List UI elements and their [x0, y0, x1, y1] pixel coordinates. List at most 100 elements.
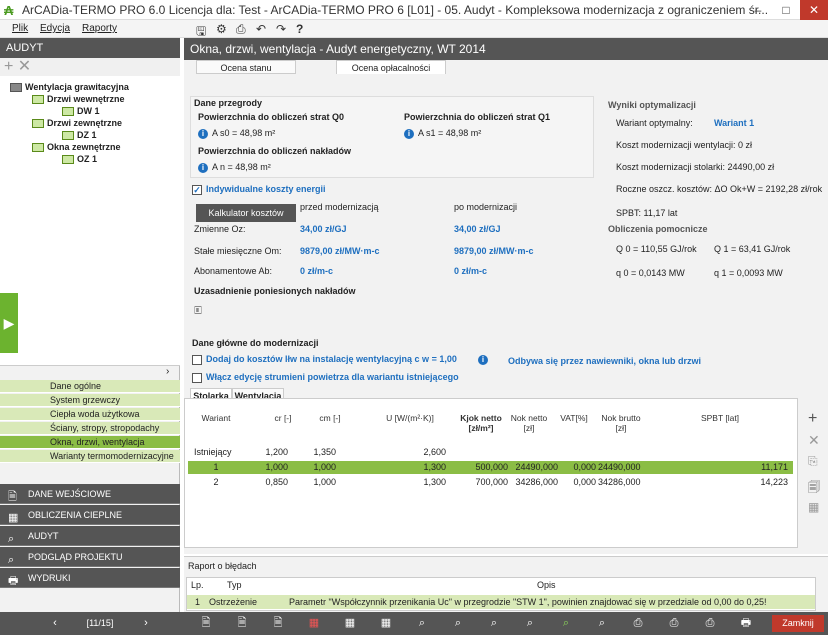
koszt-wentylacji: Koszt modernizacji wentylacji: 0 zł: [616, 140, 753, 150]
nav-cieplej-wody[interactable]: Ciepła woda użytkowa: [0, 408, 180, 421]
door-icon: [32, 119, 44, 129]
section-dane-wejsciowe[interactable]: 🗎 DANE WEJŚCIOWE: [0, 484, 180, 504]
info-icon[interactable]: i: [198, 129, 208, 139]
zmienne-przed[interactable]: 34,00 zł/GJ: [300, 224, 347, 234]
nav-warianty[interactable]: Warianty termomodernizacyjne: [0, 450, 180, 463]
calc-icon[interactable]: ▦: [304, 615, 324, 632]
q0-label: Powierzchnia do obliczeń strat Q0: [198, 112, 345, 122]
section-podglad[interactable]: ⌕ PODGLĄD PROJEKTU: [0, 547, 180, 567]
table-row[interactable]: Istniejący 1,200 1,350 2,600: [188, 446, 793, 459]
section-obliczenia[interactable]: ▦ OBLICZENIA CIEPLNE: [0, 505, 180, 525]
kalkulator-button[interactable]: Kalkulator kosztów: [196, 204, 296, 222]
menu-edycja[interactable]: Edycja: [40, 23, 70, 34]
printer-icon[interactable]: 🖶: [736, 615, 756, 632]
table-row[interactable]: 2 0,850 1,000 1,300 700,000 34286,000 0,…: [188, 476, 793, 489]
minimize-button[interactable]: –: [744, 0, 772, 20]
tree-node-oz1[interactable]: OZ 1: [62, 154, 97, 165]
doc-icon[interactable]: 🗎: [196, 615, 216, 632]
col-cm: cm [-]: [319, 413, 341, 423]
menu-plik[interactable]: Plik: [12, 23, 28, 34]
section-wydruki[interactable]: 🖶 WYDRUKI: [0, 568, 180, 588]
tree-node-dw1[interactable]: DW 1: [62, 106, 100, 117]
remove-icon[interactable]: ✕: [18, 58, 31, 75]
preview-icon[interactable]: ⎙: [700, 615, 720, 632]
doc-icon[interactable]: 🗎: [268, 615, 288, 632]
nav-system-grzewczy[interactable]: System grzewczy: [0, 394, 180, 407]
next-page-button[interactable]: ›: [136, 615, 156, 632]
table-row[interactable]: 1 1,000 1,000 1,300 500,000 24490,000 0,…: [188, 461, 793, 474]
tree-node-okna-zew[interactable]: Okna zewnętrzne: [32, 142, 121, 153]
nav-okna-drzwi[interactable]: Okna, drzwi, wentylacja: [0, 436, 180, 449]
raport-table: Lp. Typ Opis 1 Ostrzeżenie Parametr "Wsp…: [186, 577, 816, 611]
preview-icon[interactable]: ⎙: [664, 615, 684, 632]
calc-icon: ▦: [8, 512, 19, 524]
q1-gj: Q 1 = 63,41 GJ/rok: [714, 244, 791, 254]
stale-label: Stałe miesięczne Om:: [194, 246, 282, 256]
audit-icon[interactable]: ⌕: [412, 615, 432, 632]
table-row[interactable]: 1 Ostrzeżenie Parametr "Współczynnik prz…: [187, 595, 815, 609]
dodaj-checkbox[interactable]: Dodaj do kosztów lłw na instalację wenty…: [192, 354, 457, 365]
calc-icon[interactable]: ▦: [340, 615, 360, 632]
bottom-bar: ‹ [11/15] › 🗎 🗎 🗎 ▦ ▦ ▦ ⌕ ⌕ ⌕ ⌕ ⌕ ⌕ ⎙ ⎙ …: [0, 612, 828, 635]
doc-icon[interactable]: 🗎: [232, 615, 252, 632]
maximize-button[interactable]: □: [772, 0, 800, 20]
wlacz-checkbox[interactable]: Włącz edycję strumieni powietrza dla war…: [192, 372, 459, 383]
tree-node-drzwi-wew[interactable]: Drzwi wewnętrzne: [32, 94, 125, 105]
abon-po[interactable]: 0 zł/m-c: [454, 266, 487, 276]
input-icon: 🗎: [8, 491, 17, 503]
q1-value: iA s1 = 48,98 m²: [404, 128, 481, 139]
col-u: U [W/(m²·K)]: [386, 413, 434, 423]
preview-icon[interactable]: ⎙: [628, 615, 648, 632]
audit-icon[interactable]: ⌕: [556, 615, 576, 632]
tab-ocena-oplacalnosci[interactable]: Ocena opłacalności: [336, 60, 446, 74]
stale-po[interactable]: 9879,00 zł/MW·m-c: [454, 246, 534, 256]
zamknij-button[interactable]: Zamknij: [772, 615, 824, 632]
tree-node-dz1[interactable]: DZ 1: [62, 130, 97, 141]
audit-icon[interactable]: ⌕: [484, 615, 504, 632]
menu-raporty[interactable]: Raporty: [82, 23, 117, 34]
redo-icon[interactable]: ↷: [276, 22, 286, 36]
check-icon: ✓: [192, 184, 202, 195]
scroll-right-icon[interactable]: ›: [166, 366, 169, 377]
delete-row-icon[interactable]: ✕: [808, 432, 820, 449]
preview-icon[interactable]: ⎙: [236, 22, 246, 37]
tab-ocena-stanu[interactable]: Ocena stanu technicznego: [196, 60, 296, 87]
note-icon[interactable]: 🗉: [194, 302, 202, 321]
add-row-icon[interactable]: +: [808, 410, 817, 428]
paste-icon[interactable]: ⎘: [808, 454, 818, 469]
q0-value: iA s0 = 48,98 m²: [198, 128, 275, 139]
col-cr: cr [-]: [274, 413, 292, 423]
close-window-button[interactable]: ✕: [800, 0, 828, 20]
copy-icon[interactable]: 🗐: [808, 478, 820, 499]
section-audyt[interactable]: ⌕ AUDYT: [0, 526, 180, 546]
raport-title: Raport o błędach: [188, 561, 257, 571]
prev-page-button[interactable]: ‹: [45, 615, 65, 632]
collapse-arrow-icon[interactable]: ▶: [0, 293, 18, 353]
audit-icon[interactable]: ⌕: [520, 615, 540, 632]
error-report: Raport o błędach Lp. Typ Opis 1 Ostrzeże…: [184, 556, 828, 612]
col-opis: Opis: [537, 580, 556, 590]
info-icon[interactable]: i: [404, 129, 414, 139]
settings-icon[interactable]: ⚙: [216, 22, 227, 36]
nav-sciany[interactable]: Ściany, stropy, stropodachy: [0, 422, 180, 435]
audit-icon[interactable]: ⌕: [592, 615, 612, 632]
nav-dane-ogolne[interactable]: Dane ogólne: [0, 380, 180, 393]
stale-przed[interactable]: 9879,00 zł/MW·m-c: [300, 246, 380, 256]
undo-icon[interactable]: ↶: [256, 22, 266, 36]
tree-node-drzwi-zew[interactable]: Drzwi zewnętrzne: [32, 118, 122, 129]
info-icon[interactable]: i: [198, 163, 208, 173]
audit-icon[interactable]: ⌕: [448, 615, 468, 632]
tree-node-wentylacja[interactable]: Wentylacja grawitacyjna: [10, 82, 129, 93]
indyw-checkbox[interactable]: ✓ Indywidualne koszty energii: [192, 184, 326, 195]
table-icon[interactable]: ▦: [808, 500, 819, 514]
przed-header: przed modernizacją: [300, 202, 379, 212]
wyniki-title: Wyniki optymalizacji: [608, 100, 696, 110]
calc-icon[interactable]: ▦: [376, 615, 396, 632]
add-icon[interactable]: +: [4, 58, 13, 75]
q0-mw: q 0 = 0,0143 MW: [616, 268, 685, 278]
zmienne-po[interactable]: 34,00 zł/GJ: [454, 224, 501, 234]
abon-przed[interactable]: 0 zł/m-c: [300, 266, 333, 276]
roczne-oszczednosci: Roczne oszcz. kosztów: ΔO Ok+W = 2192,28…: [616, 184, 823, 194]
info-icon[interactable]: i: [478, 354, 492, 365]
help-icon[interactable]: ?: [296, 22, 303, 36]
